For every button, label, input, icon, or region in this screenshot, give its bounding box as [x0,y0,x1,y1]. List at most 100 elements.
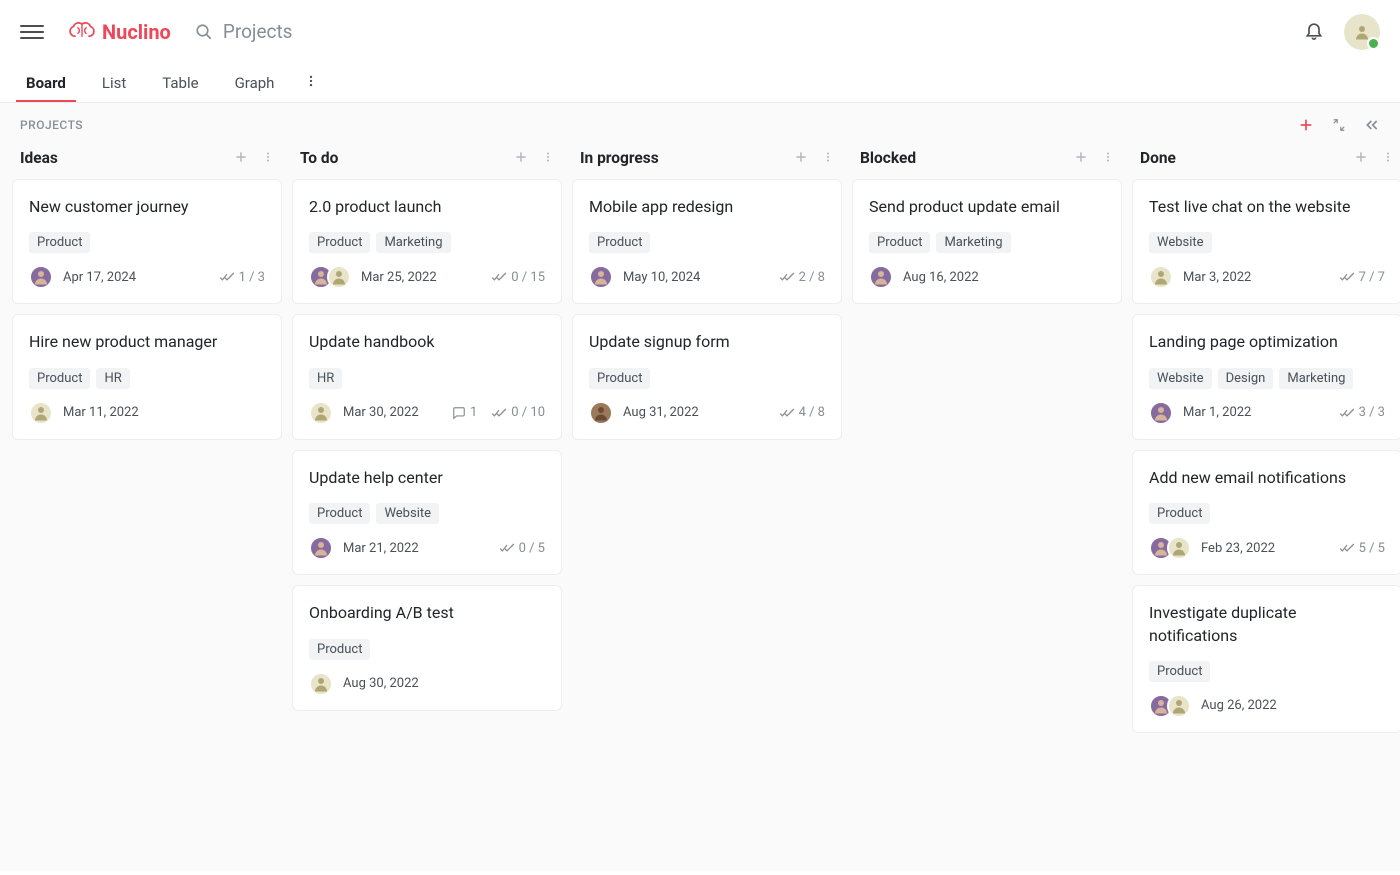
double-check-icon [1339,406,1355,420]
search-placeholder: Projects [223,20,293,43]
tabs-more-button[interactable] [304,73,318,92]
assignee-avatar [1149,401,1173,425]
add-item-button[interactable] [1298,117,1314,133]
column-header: Ideas [12,143,282,179]
plus-icon [1074,150,1088,164]
dots-vertical-icon [304,74,318,88]
task-card[interactable]: Add new email notifications Product Feb … [1132,450,1400,575]
card-tags: Product [1149,661,1385,682]
card-title: Add new email notifications [1149,467,1385,489]
card-tags: Website [1149,232,1385,253]
add-card-button[interactable] [514,150,528,167]
plus-icon [234,150,248,164]
menu-toggle-icon[interactable] [20,20,44,44]
card-footer: Mar 1, 2022 3 / 3 [1149,401,1385,425]
tag: Product [29,368,90,389]
column-menu-button[interactable] [822,150,834,167]
checklist-progress: 7 / 7 [1339,270,1385,285]
checklist-progress: 0 / 10 [491,405,545,420]
card-date: Mar 3, 2022 [1183,270,1251,285]
task-card[interactable]: Landing page optimization WebsiteDesignM… [1132,314,1400,439]
board-column: Done Test live chat on the website Websi… [1132,143,1400,851]
column-menu-button[interactable] [262,150,274,167]
card-title: Update handbook [309,331,545,353]
app-logo[interactable]: Nuclino [68,20,171,44]
assignee-avatar [1167,536,1191,560]
tag: Product [309,639,370,660]
kanban-board: Ideas New customer journey Product Apr 1… [0,143,1400,871]
checklist-progress: 2 / 8 [779,270,825,285]
assignee-avatar [309,401,333,425]
board-column: Blocked Send product update email Produc… [852,143,1122,851]
chevron-double-left-icon [1364,117,1380,133]
dots-vertical-icon [262,150,274,164]
column-cards: Mobile app redesign Product May 10, 2024… [572,179,842,440]
card-title: Test live chat on the website [1149,196,1385,218]
double-check-icon [1339,541,1355,555]
card-date: Mar 25, 2022 [361,270,437,285]
dots-vertical-icon [542,150,554,164]
tab-graph[interactable]: Graph [229,65,281,101]
card-footer: Mar 30, 2022 1 0 / 10 [309,401,545,425]
assignee-avatar [869,265,893,289]
card-title: 2.0 product launch [309,196,545,218]
task-card[interactable]: Onboarding A/B test Product Aug 30, 2022 [292,585,562,710]
assignee-avatar [589,401,613,425]
dots-vertical-icon [1102,150,1114,164]
task-card[interactable]: Update signup form Product Aug 31, 2022 … [572,314,842,439]
column-menu-button[interactable] [542,150,554,167]
task-card[interactable]: Investigate duplicate notifications Prod… [1132,585,1400,733]
add-card-button[interactable] [1354,150,1368,167]
add-card-button[interactable] [1074,150,1088,167]
task-card[interactable]: Send product update email ProductMarketi… [852,179,1122,304]
tab-table[interactable]: Table [156,65,204,101]
card-title: Hire new product manager [29,331,265,353]
column-menu-button[interactable] [1102,150,1114,167]
card-date: May 10, 2024 [623,270,700,285]
task-card[interactable]: Hire new product manager ProductHR Mar 1… [12,314,282,439]
card-assignees [1149,536,1197,560]
card-title: Send product update email [869,196,1105,218]
compact-view-button[interactable] [1332,118,1346,132]
card-assignees [589,401,619,425]
user-avatar[interactable] [1344,14,1380,50]
tab-board[interactable]: Board [20,65,72,101]
bell-icon [1304,20,1324,40]
plus-icon [794,150,808,164]
card-tags: Product [1149,503,1385,524]
tag: Website [376,503,439,524]
add-card-button[interactable] [234,150,248,167]
task-card[interactable]: Update handbook HR Mar 30, 2022 1 0 / 10 [292,314,562,439]
card-tags: WebsiteDesignMarketing [1149,368,1385,389]
card-date: Mar 21, 2022 [343,541,419,556]
add-card-button[interactable] [794,150,808,167]
card-assignees [309,536,339,560]
comment-icon [452,406,466,420]
card-title: Update help center [309,467,545,489]
task-card[interactable]: New customer journey Product Apr 17, 202… [12,179,282,304]
task-card[interactable]: Update help center ProductWebsite Mar 21… [292,450,562,575]
card-date: Aug 30, 2022 [343,676,419,691]
card-assignees [309,265,357,289]
tag: Product [589,368,650,389]
task-card[interactable]: Mobile app redesign Product May 10, 2024… [572,179,842,304]
collapse-panel-button[interactable] [1364,117,1380,133]
column-header: Done [1132,143,1400,179]
search-input[interactable]: Projects [195,20,293,43]
card-assignees [589,265,619,289]
card-footer: May 10, 2024 2 / 8 [589,265,825,289]
card-tags: Product [29,232,265,253]
plus-icon [1298,117,1314,133]
tab-list[interactable]: List [96,65,132,101]
plus-icon [514,150,528,164]
notifications-button[interactable] [1304,20,1324,44]
column-title: In progress [580,149,659,167]
assignee-avatar [589,265,613,289]
tag: Product [1149,503,1210,524]
task-card[interactable]: 2.0 product launch ProductMarketing Mar … [292,179,562,304]
assignee-avatar [29,265,53,289]
card-footer: Mar 11, 2022 [29,401,265,425]
column-menu-button[interactable] [1382,150,1394,167]
task-card[interactable]: Test live chat on the website Website Ma… [1132,179,1400,304]
card-title: Investigate duplicate notifications [1149,602,1385,647]
